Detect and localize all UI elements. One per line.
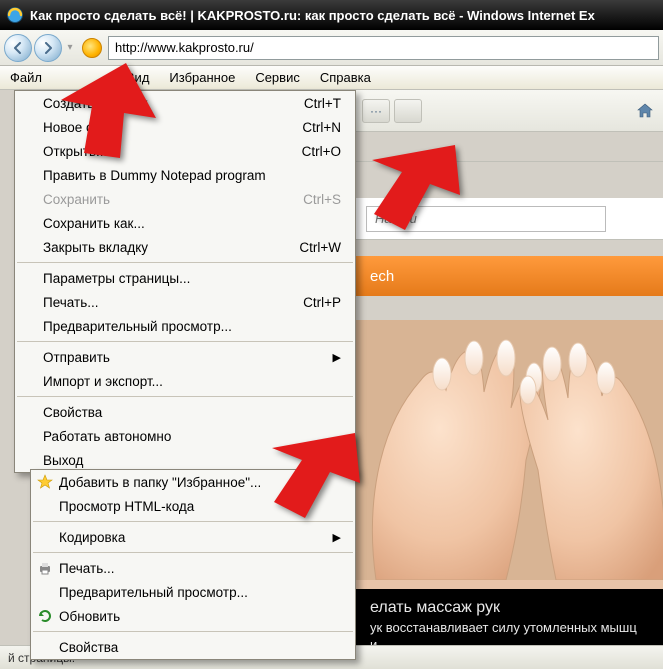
site-favicon-icon [82,38,102,58]
ie-logo-icon [6,6,24,24]
menu-item-send[interactable]: Отправить▶ [15,345,355,369]
caption-title: елать массаж рук [370,597,649,619]
address-bar[interactable]: http://www.kakprosto.ru/ [108,36,659,60]
ctx-refresh[interactable]: Обновить [31,604,355,628]
back-button[interactable] [4,34,32,62]
ctx-encoding[interactable]: Кодировка▶ [31,525,355,549]
toolbar-blank-button[interactable] [394,99,422,123]
annotation-arrow-2 [360,140,460,230]
menu-item-properties[interactable]: Свойства [15,400,355,424]
ctx-print-preview[interactable]: Предварительный просмотр... [31,580,355,604]
menu-item-page-setup[interactable]: Параметры страницы... [15,266,355,290]
star-icon [37,474,53,490]
toolbar-secondary: ··· [356,90,663,132]
menu-item-save-as[interactable]: Сохранить как... [15,211,355,235]
ctx-properties[interactable]: Свойства [31,635,355,659]
toolbar-more-button[interactable]: ··· [362,99,390,123]
menu-item-print[interactable]: Печать...Ctrl+P [15,290,355,314]
category-text: ech [370,268,394,285]
category-bar[interactable]: ech [356,256,663,296]
chevron-right-icon: ▶ [333,351,341,364]
annotation-arrow-3 [260,428,360,518]
home-icon[interactable] [633,99,657,123]
article-image [356,320,663,609]
menu-tools[interactable]: Сервис [245,66,310,89]
nav-dropdown-icon[interactable]: ▾ [64,38,76,58]
print-icon [37,560,53,576]
window-titlebar: Как просто сделать всё! | KAKPROSTO.ru: … [0,0,663,30]
menu-help[interactable]: Справка [310,66,381,89]
menu-item-edit-with[interactable]: Править в Dummy Notepad program [15,163,355,187]
menu-item-import-export[interactable]: Импорт и экспорт... [15,369,355,393]
annotation-arrow-1 [56,58,156,158]
menu-item-print-preview[interactable]: Предварительный просмотр... [15,314,355,338]
menu-file[interactable]: Файл [0,66,52,89]
menu-item-close-tab[interactable]: Закрыть вкладкуCtrl+W [15,235,355,259]
chevron-right-icon: ▶ [333,531,341,544]
ctx-print[interactable]: Печать... [31,556,355,580]
window-title: Как просто сделать всё! | KAKPROSTO.ru: … [30,8,595,23]
menu-favorites[interactable]: Избранное [159,66,245,89]
address-text: http://www.kakprosto.ru/ [115,40,254,55]
menu-item-save: СохранитьCtrl+S [15,187,355,211]
refresh-icon [37,608,53,624]
